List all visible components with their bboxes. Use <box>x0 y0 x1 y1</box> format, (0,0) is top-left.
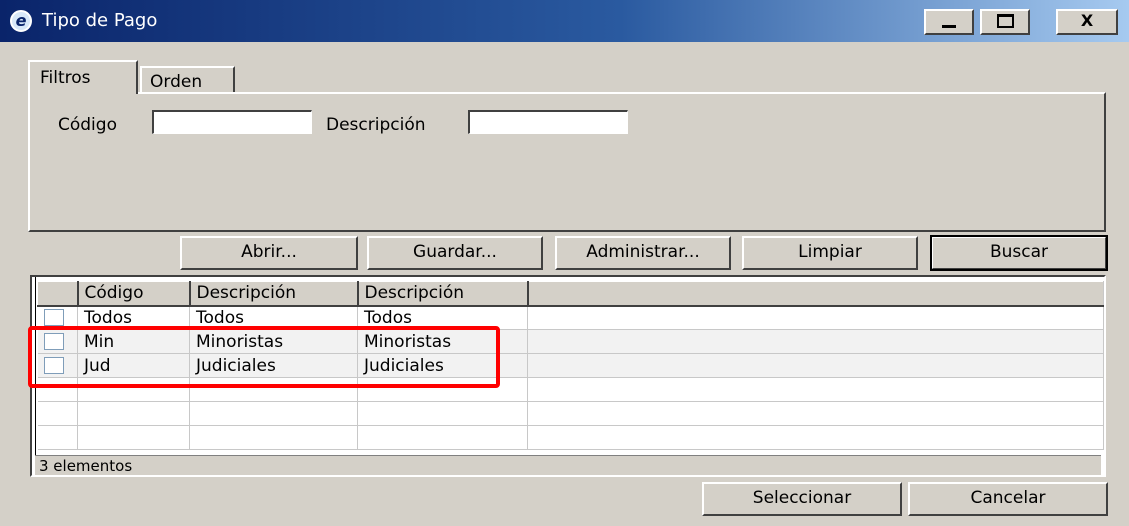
table-row[interactable]: Jud Judiciales Judiciales <box>37 353 1104 378</box>
header-descripcion-2[interactable]: Descripción <box>357 281 529 307</box>
tab-filtros[interactable]: Filtros <box>28 60 138 94</box>
filter-panel: Código Descripción <box>28 92 1106 232</box>
grid-status: 3 elementos <box>35 455 1101 475</box>
row-checkbox-cell <box>37 353 78 378</box>
tab-filtros-label: Filtros <box>40 68 91 88</box>
buscar-button[interactable]: Buscar <box>930 235 1108 271</box>
header-codigo[interactable]: Código <box>77 281 191 307</box>
cell-filler <box>527 353 1104 378</box>
window-title: Tipo de Pago <box>42 10 158 31</box>
cell-descripcion-2: Todos <box>357 305 528 330</box>
header-select[interactable] <box>37 281 79 307</box>
close-icon: X <box>1080 11 1094 30</box>
table-row[interactable]: Min Minoristas Minoristas <box>37 329 1104 354</box>
row-checkbox[interactable] <box>43 309 64 327</box>
descripcion-field[interactable] <box>468 110 628 134</box>
descripcion-label: Descripción <box>326 115 426 135</box>
grid-left-line <box>35 277 36 475</box>
tab-orden-label: Orden <box>150 72 203 92</box>
row-checkbox-cell <box>37 305 78 330</box>
limpiar-button[interactable]: Limpiar <box>742 236 918 270</box>
maximize-button[interactable] <box>980 9 1030 35</box>
header-filler <box>527 281 1104 307</box>
empty-row <box>37 425 1104 450</box>
minimize-icon <box>942 25 956 28</box>
minimize-button[interactable] <box>924 9 974 35</box>
codigo-label: Código <box>58 115 117 135</box>
administrar-button[interactable]: Administrar... <box>555 236 731 270</box>
empty-row <box>37 401 1104 426</box>
cell-codigo: Todos <box>77 305 190 330</box>
row-checkbox[interactable] <box>43 333 64 350</box>
cell-descripcion-1: Todos <box>189 305 358 330</box>
empty-row <box>37 377 1104 402</box>
header-descripcion-1[interactable]: Descripción <box>189 281 359 307</box>
cell-filler <box>527 329 1104 354</box>
grid-header-row: Código Descripción Descripción <box>37 281 1104 307</box>
cell-descripcion-1: Minoristas <box>189 329 358 354</box>
cell-descripcion-2: Judiciales <box>357 353 528 378</box>
app-logo-icon[interactable]: e <box>10 10 32 32</box>
maximize-icon <box>997 14 1014 28</box>
seleccionar-button[interactable]: Seleccionar <box>702 482 902 516</box>
cell-descripcion-1: Judiciales <box>189 353 358 378</box>
close-button[interactable]: X <box>1056 9 1118 35</box>
results-grid[interactable]: Código Descripción Descripción Todos Tod… <box>30 275 1106 477</box>
abrir-button[interactable]: Abrir... <box>180 236 358 270</box>
title-bar[interactable]: e Tipo de Pago X <box>0 0 1129 42</box>
guardar-button[interactable]: Guardar... <box>367 236 543 270</box>
cancelar-button[interactable]: Cancelar <box>908 482 1108 516</box>
table-row[interactable]: Todos Todos Todos <box>37 305 1104 330</box>
cell-codigo: Jud <box>77 353 190 378</box>
codigo-field[interactable] <box>152 110 312 134</box>
tab-orden[interactable]: Orden <box>140 66 235 94</box>
cell-codigo: Min <box>77 329 190 354</box>
results-table: Código Descripción Descripción Todos Tod… <box>37 281 1104 450</box>
cell-filler <box>527 305 1104 330</box>
row-checkbox-cell <box>37 329 78 354</box>
row-checkbox[interactable] <box>43 357 64 374</box>
cell-descripcion-2: Minoristas <box>357 329 528 354</box>
